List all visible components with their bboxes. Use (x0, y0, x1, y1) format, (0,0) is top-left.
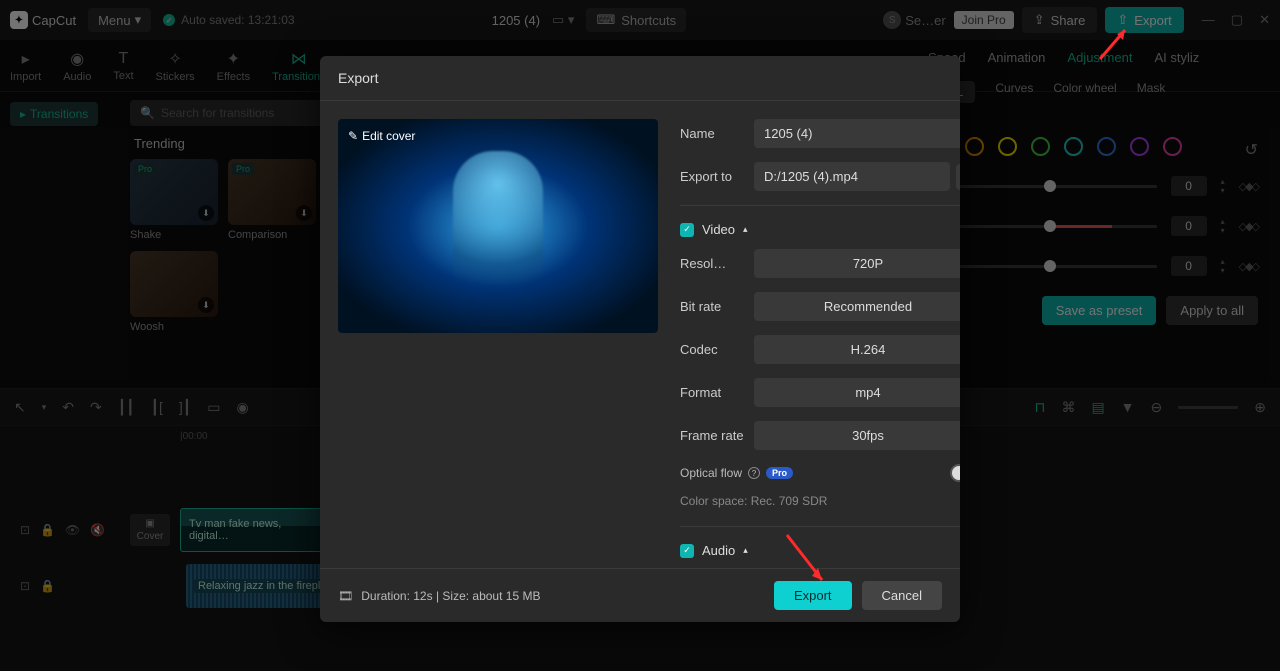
codec-label: Codec (680, 342, 754, 357)
checkbox-checked-icon: ✓ (680, 223, 694, 237)
resolution-label: Resol… (680, 256, 754, 271)
video-section-toggle[interactable]: ✓ Video ▴ (680, 222, 960, 237)
bitrate-label: Bit rate (680, 299, 754, 314)
dialog-export-button[interactable]: Export (774, 581, 852, 610)
edit-cover-button[interactable]: ✎ Edit cover (348, 129, 415, 143)
info-icon[interactable]: ? (748, 467, 760, 479)
folder-icon[interactable]: 📁 (956, 164, 960, 190)
chevron-up-icon: ▴ (743, 545, 748, 556)
checkbox-checked-icon: ✓ (680, 544, 694, 558)
framerate-select[interactable]: 30fps (754, 421, 960, 450)
chevron-up-icon: ▴ (743, 224, 748, 235)
bitrate-select[interactable]: Recommended (754, 292, 960, 321)
optical-flow-row: Optical flow ? Pro (680, 464, 960, 482)
film-icon: 🎞 (338, 589, 353, 603)
name-input[interactable] (754, 119, 960, 148)
dialog-title: Export (320, 56, 960, 101)
color-space-text: Color space: Rec. 709 SDR (680, 494, 960, 508)
cover-preview: ✎ Edit cover (338, 119, 658, 333)
export-dialog: Export ✎ Edit cover Name Export to 📁 (320, 56, 960, 622)
dialog-cancel-button[interactable]: Cancel (862, 581, 942, 610)
pencil-icon: ✎ (348, 129, 358, 143)
pro-badge: Pro (766, 467, 793, 479)
export-meta: 🎞 Duration: 12s | Size: about 15 MB (338, 589, 540, 603)
framerate-label: Frame rate (680, 428, 754, 443)
format-label: Format (680, 385, 754, 400)
name-label: Name (680, 126, 754, 141)
export-to-label: Export to (680, 169, 754, 184)
audio-section-toggle[interactable]: ✓ Audio ▴ (680, 543, 960, 558)
resolution-select[interactable]: 720P (754, 249, 960, 278)
export-to-input[interactable] (754, 162, 950, 191)
codec-select[interactable]: H.264 (754, 335, 960, 364)
format-select[interactable]: mp4 (754, 378, 960, 407)
optical-flow-toggle[interactable] (950, 464, 960, 482)
